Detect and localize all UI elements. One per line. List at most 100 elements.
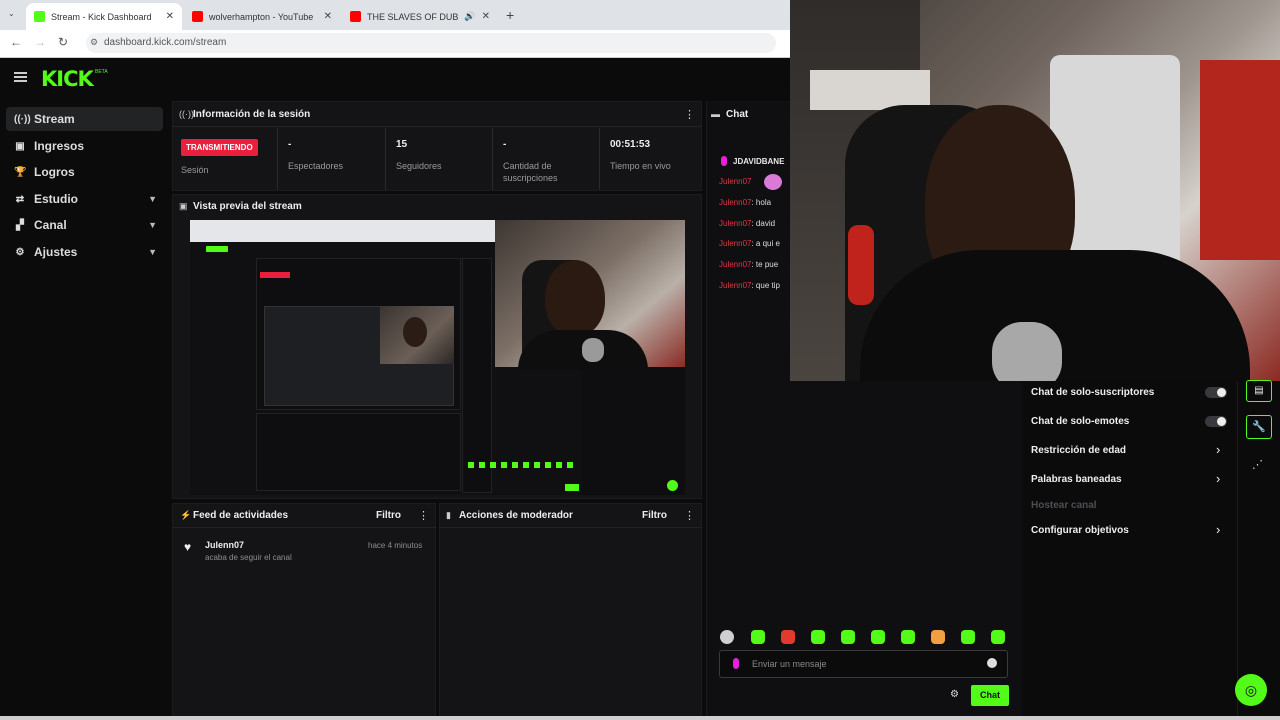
emote-icon[interactable] [781, 630, 795, 644]
tab-title: THE SLAVES OF DUBAI (if th [367, 11, 459, 22]
browser-tab-youtube-1[interactable]: wolverhampton - YouTube ✕ [184, 3, 340, 30]
chat-message: Julenn07: david [719, 219, 791, 228]
chat-username[interactable]: Julenn07 [719, 198, 751, 207]
chat-username[interactable]: Julenn07 [719, 281, 751, 290]
session-label: Sesión [181, 165, 209, 175]
emote-icon[interactable] [811, 630, 825, 644]
close-tab-icon[interactable]: ✕ [482, 11, 490, 22]
share-icon[interactable]: ⋰ [1252, 458, 1263, 471]
emote-icon[interactable] [720, 630, 734, 644]
preview-emote-row [468, 462, 578, 468]
stream-preview-video[interactable] [190, 220, 685, 495]
chevron-down-icon: ▼ [148, 194, 157, 204]
site-info-icon[interactable]: ⚙ [90, 37, 98, 48]
pinned-user[interactable]: JDAVIDBANE [733, 157, 791, 166]
new-tab-button[interactable]: + [506, 7, 514, 23]
chat-message: Julenn07: hola [719, 198, 791, 207]
sidebar-item-label: Canal [34, 218, 67, 232]
tab-list-button[interactable]: ⌄ [8, 9, 15, 18]
kick-logo[interactable]: KICK [41, 67, 94, 91]
activity-feed-panel [172, 503, 436, 717]
chat-username[interactable]: Julenn07 [719, 177, 751, 186]
feed-filter-button[interactable]: Filtro [376, 510, 401, 521]
chevron-right-icon[interactable]: › [1216, 522, 1220, 537]
mod-actions-panel [439, 503, 702, 717]
subs-label: Cantidad de suscripciones [503, 161, 558, 183]
speaker-icon[interactable]: 🔊 [464, 11, 475, 22]
emote-icon[interactable] [991, 630, 1005, 644]
tab-title: wolverhampton - YouTube [209, 11, 314, 22]
followers-label: Seguidores [396, 161, 442, 171]
layout-icon[interactable]: ▤ [1246, 380, 1272, 402]
stream-icon: ((·)) [14, 113, 31, 125]
forward-icon[interactable]: → [34, 35, 46, 49]
chat-text: : hola [751, 198, 772, 207]
emote-icon[interactable] [751, 630, 765, 644]
chat-title: Chat [726, 109, 749, 120]
subscribers-only-toggle[interactable] [1205, 387, 1227, 398]
emoji-picker-icon[interactable] [987, 658, 997, 668]
sidebar-item-stream[interactable]: ((·)) Stream [6, 107, 163, 131]
url-input[interactable]: dashboard.kick.com/stream [86, 33, 776, 53]
mod-actions-title: Acciones de moderador [459, 510, 573, 521]
back-icon[interactable]: ← [10, 35, 22, 49]
chat-text: : que tip [751, 281, 780, 290]
emote-icon[interactable] [931, 630, 945, 644]
browser-tab-youtube-2[interactable]: THE SLAVES OF DUBAI (if th 🔊 ✕ [342, 3, 498, 30]
setting-configure-goals[interactable]: Configurar objetivos [1031, 525, 1129, 536]
gear-icon: ⚙ [15, 246, 25, 258]
setting-banned-words[interactable]: Palabras baneadas [1031, 474, 1122, 485]
emote-icon[interactable] [841, 630, 855, 644]
sidebar-item-logros[interactable]: 🏆 Logros [6, 160, 163, 184]
live-time-value: 00:51:53 [610, 139, 651, 150]
setting-age-restriction[interactable]: Restricción de edad [1031, 445, 1126, 456]
preview-live-badge [260, 272, 290, 278]
mod-filter-button[interactable]: Filtro [642, 510, 667, 521]
chat-username[interactable]: Julenn07 [719, 260, 751, 269]
webcam-mic [992, 322, 1062, 381]
viewers-label: Espectadores [288, 161, 344, 171]
sidebar-item-estudio[interactable]: ⇄ Estudio ▼ [6, 187, 163, 211]
more-options-icon[interactable]: ⋮ [684, 108, 695, 121]
chat-send-button[interactable]: Chat [971, 685, 1009, 706]
youtube-favicon-icon [192, 11, 203, 22]
help-chat-button[interactable]: ◎ [1235, 674, 1267, 706]
emote-icon[interactable] [871, 630, 885, 644]
chat-username[interactable]: Julenn07 [719, 219, 751, 228]
stat-divider [599, 128, 600, 190]
sidebar-item-label: Ingresos [34, 139, 85, 153]
preview-icon: ▣ [179, 201, 188, 211]
sidebar-item-label: Logros [34, 165, 75, 179]
heart-icon: ♥ [184, 540, 192, 554]
pinned-badge-icon [721, 156, 727, 166]
chat-username[interactable]: Julenn07 [719, 239, 751, 248]
chat-text: : david [751, 219, 776, 228]
emotes-only-toggle[interactable] [1205, 416, 1227, 427]
emote-icon [764, 174, 782, 190]
feed-item-user[interactable]: Julenn07 [205, 540, 244, 550]
chevron-right-icon[interactable]: › [1216, 442, 1220, 457]
chat-settings-icon[interactable]: ⚙ [950, 689, 959, 700]
close-tab-icon[interactable]: ✕ [166, 11, 174, 22]
emote-icon[interactable] [901, 630, 915, 644]
sidebar-item-canal[interactable]: ▞ Canal ▼ [6, 213, 163, 237]
more-options-icon[interactable]: ⋮ [418, 509, 429, 522]
emote-icon[interactable] [961, 630, 975, 644]
reload-icon[interactable]: ↻ [58, 35, 68, 49]
chevron-right-icon[interactable]: › [1216, 471, 1220, 486]
chat-message: Julenn07: te pue [719, 260, 791, 269]
webcam-overlay [790, 0, 1280, 381]
wrench-icon[interactable]: 🔧 [1246, 415, 1272, 439]
stat-divider [492, 128, 493, 190]
sidebar-item-ajustes[interactable]: ⚙ Ajustes ▼ [6, 240, 163, 264]
more-options-icon[interactable]: ⋮ [684, 509, 695, 522]
activity-icon: ⚡ [180, 510, 192, 520]
sidebar-item-ingresos[interactable]: ▣ Ingresos [6, 134, 163, 158]
preview-kick-logo [206, 246, 228, 252]
sidebar-item-label: Estudio [34, 192, 78, 206]
user-badge-icon [733, 658, 739, 669]
menu-icon[interactable] [14, 72, 27, 82]
browser-tab-kick[interactable]: Stream - Kick Dashboard ✕ [26, 3, 182, 30]
chat-text: : te pue [751, 260, 779, 269]
close-tab-icon[interactable]: ✕ [324, 11, 332, 22]
